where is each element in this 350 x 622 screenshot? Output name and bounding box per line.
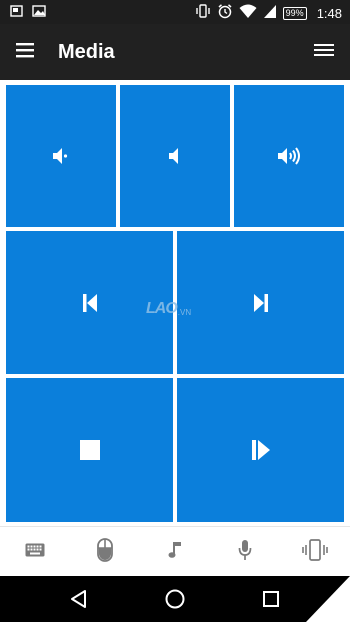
cell-signal-icon xyxy=(263,3,277,24)
volume-mute-button[interactable] xyxy=(6,85,116,227)
notification-icon xyxy=(10,4,24,23)
phone-vibrate-icon xyxy=(301,538,329,566)
music-note-icon xyxy=(167,540,183,565)
previous-track-button[interactable] xyxy=(6,231,173,374)
page-title: Media xyxy=(58,41,115,63)
recents-icon[interactable] xyxy=(258,586,284,612)
volume-down-icon xyxy=(164,145,186,167)
stop-icon xyxy=(79,439,101,461)
system-nav-bar xyxy=(0,576,350,622)
play-pause-button[interactable] xyxy=(177,378,344,522)
wifi-icon xyxy=(239,3,257,24)
tab-device[interactable] xyxy=(280,527,350,577)
volume-mute-icon xyxy=(50,145,72,167)
image-icon xyxy=(32,4,46,23)
stop-button[interactable] xyxy=(6,378,173,522)
tab-mouse[interactable] xyxy=(70,527,140,577)
hamburger-icon[interactable] xyxy=(14,40,40,64)
next-track-icon xyxy=(252,293,270,313)
back-icon[interactable] xyxy=(66,586,92,612)
tab-media[interactable] xyxy=(140,527,210,577)
bottom-tab-bar xyxy=(0,526,350,576)
volume-up-button[interactable] xyxy=(234,85,344,227)
battery-percent: 99% xyxy=(282,7,307,20)
next-track-button[interactable] xyxy=(177,231,344,374)
app-bar: Media xyxy=(0,24,350,80)
vibrate-icon xyxy=(195,3,211,24)
microphone-icon xyxy=(237,539,253,566)
status-bar: 99% 1:48 xyxy=(0,0,350,24)
volume-up-icon xyxy=(276,145,302,167)
play-pause-icon xyxy=(251,439,271,461)
alarm-icon xyxy=(217,3,233,24)
home-icon[interactable] xyxy=(162,586,188,612)
status-clock: 1:48 xyxy=(316,6,342,21)
volume-down-button[interactable] xyxy=(120,85,230,227)
keyboard-icon xyxy=(25,543,45,562)
previous-track-icon xyxy=(81,293,99,313)
tab-voice[interactable] xyxy=(210,527,280,577)
page-fold xyxy=(306,576,350,622)
tab-keyboard[interactable] xyxy=(0,527,70,577)
list-menu-icon[interactable] xyxy=(312,40,338,64)
mouse-icon xyxy=(97,537,113,567)
